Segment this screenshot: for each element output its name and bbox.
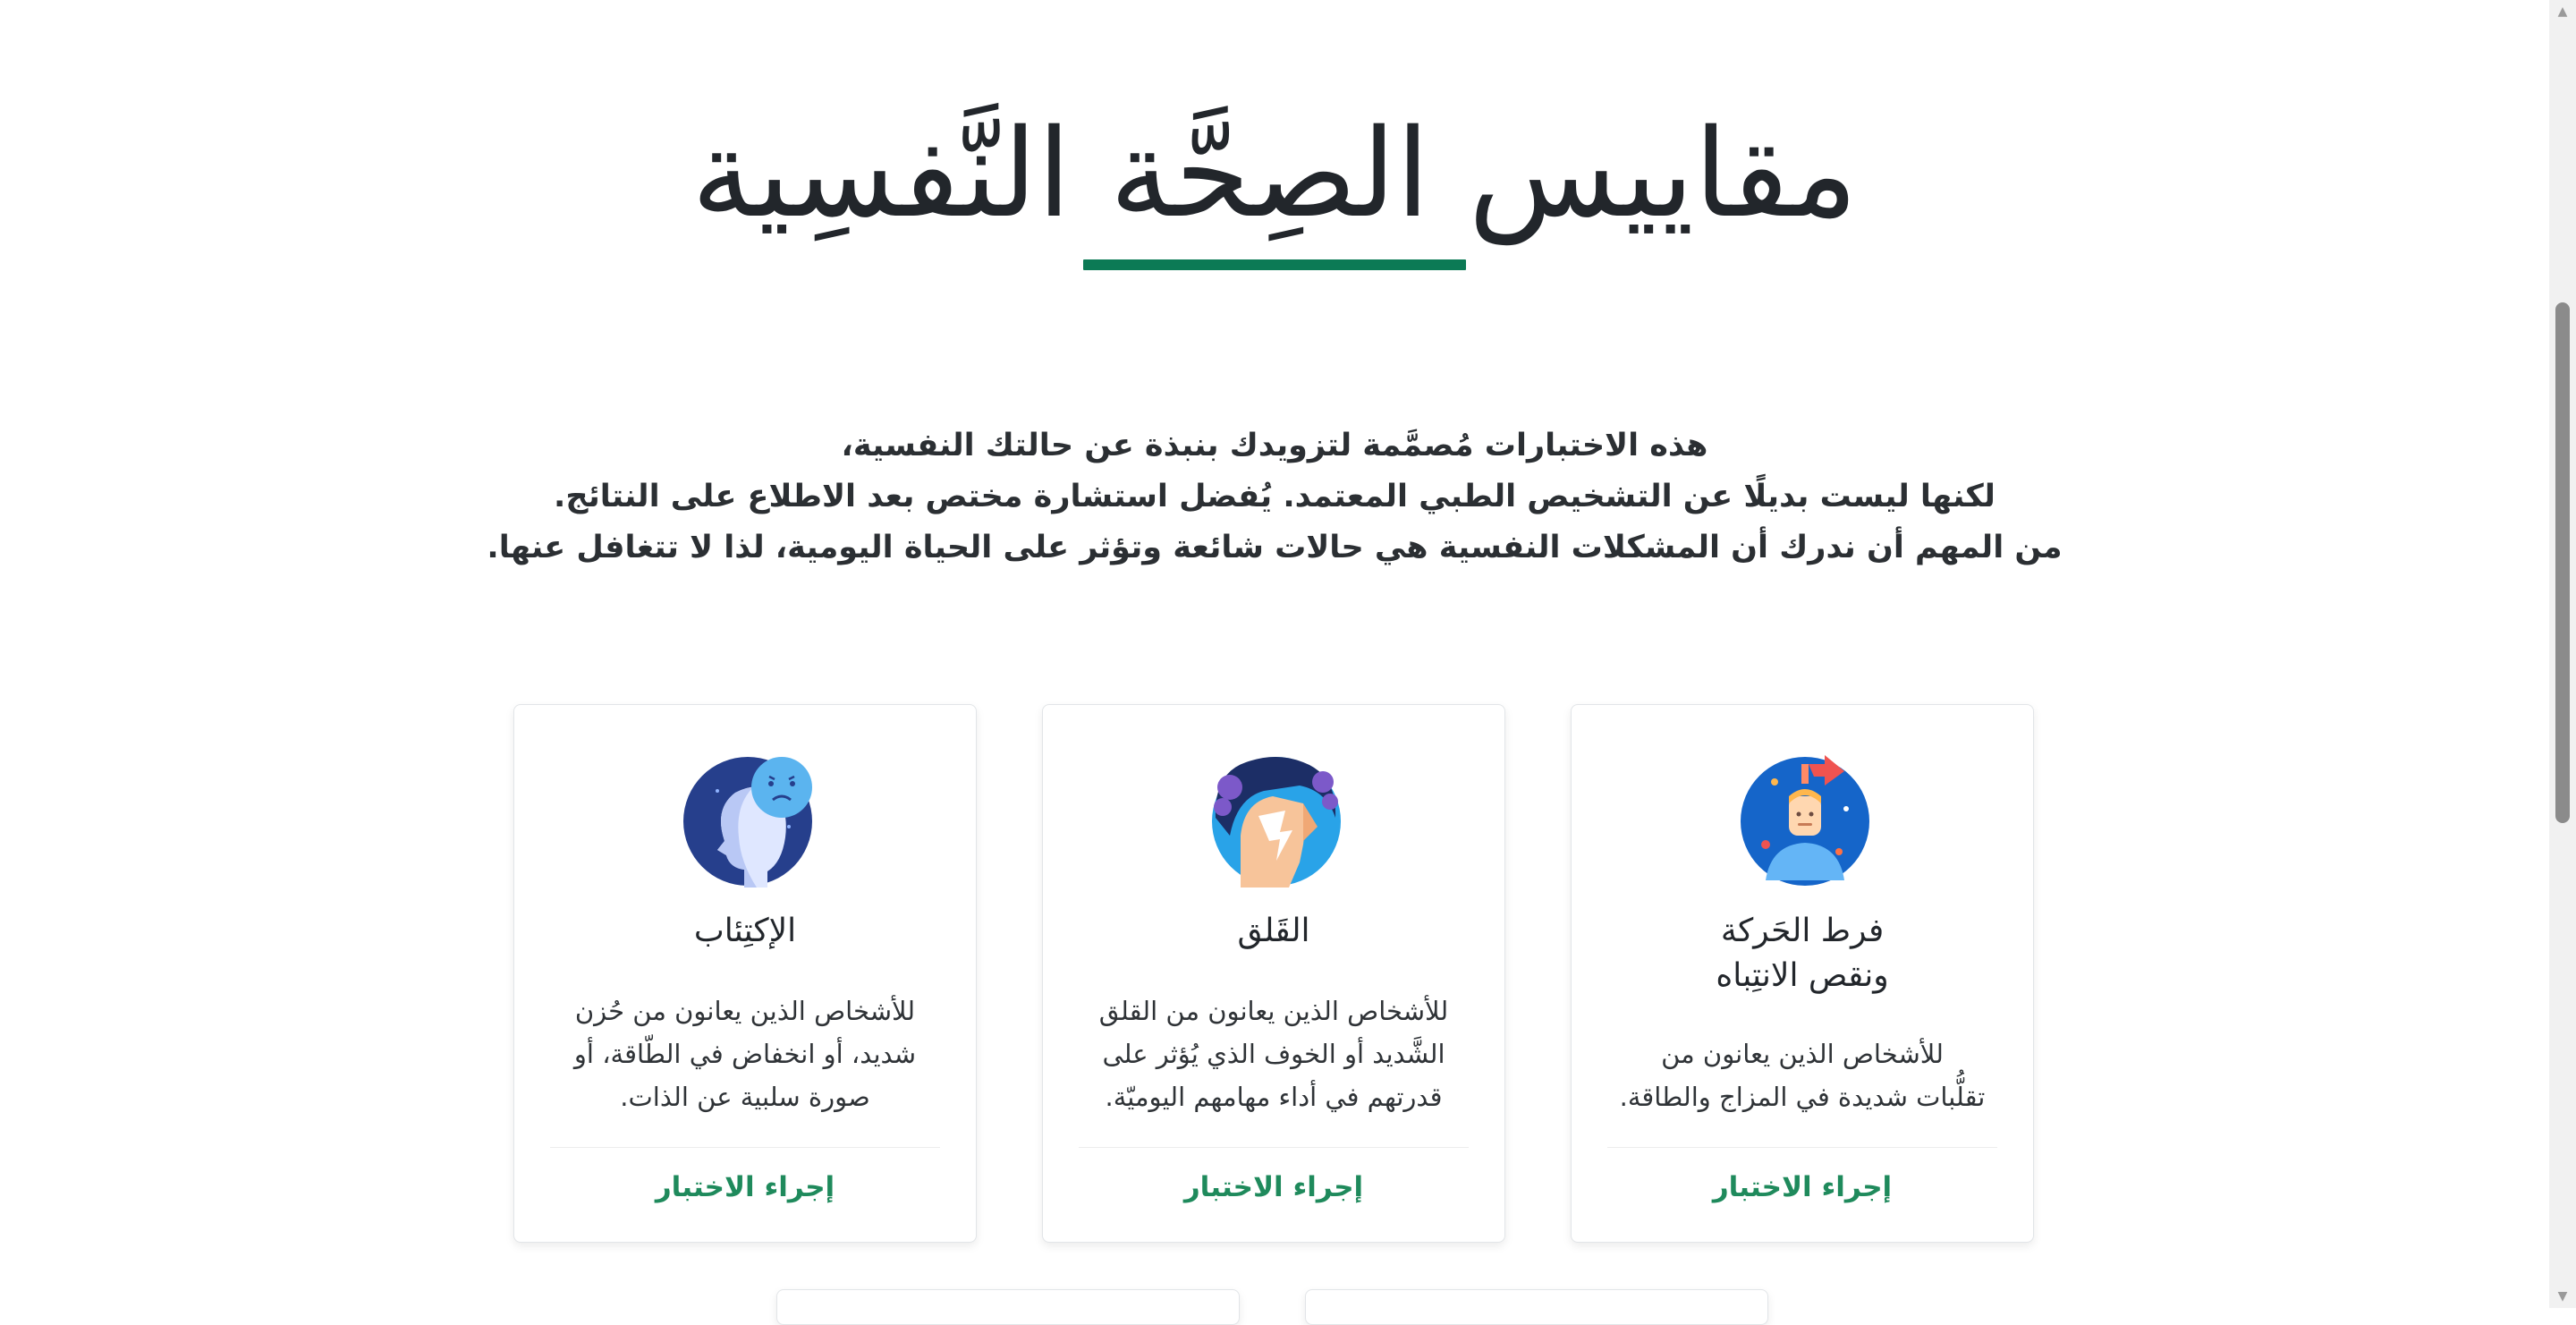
scrollbar-thumb[interactable] <box>2555 302 2570 823</box>
scroll-down-icon[interactable]: ▼ <box>2549 1285 2576 1308</box>
vertical-scrollbar[interactable]: ▲ ▼ <box>2549 0 2576 1308</box>
test-card-adhd: فرط الحَركة ونقص الانتِباه للأشخاص الذين… <box>1571 704 2034 1243</box>
page: مقاييس الصِحَّة النَّفسِية هذه الاختبارا… <box>0 0 2549 1325</box>
card-title: فرط الحَركة ونقص الانتِباه <box>1716 913 1889 994</box>
take-test-link-anxiety[interactable]: إجراء الاختبار <box>1043 1166 1504 1209</box>
intro-line: لكنها ليست بديلًا عن التشخيص الطبي المعت… <box>554 479 1996 514</box>
intro-text: هذه الاختبارات مُصمَّمة لتزويدك بنبذة عن… <box>0 420 2549 573</box>
test-card-partial[interactable] <box>776 1289 1240 1325</box>
take-test-link-depression[interactable]: إجراء الاختبار <box>514 1166 976 1209</box>
test-card-anxiety: القَلق للأشخاص الذين يعانون من القلق الش… <box>1042 704 1505 1243</box>
intro-line: هذه الاختبارات مُصمَّمة لتزويدك بنبذة عن… <box>841 428 1708 463</box>
card-description: للأشخاص الذين يعانون من حُزن شديد، أو ان… <box>573 996 917 1112</box>
test-card-partial[interactable] <box>1305 1289 1768 1325</box>
test-card-depression: الإكتِئاب للأشخاص الذين يعانون من حُزن ش… <box>513 704 977 1243</box>
card-divider <box>550 1147 940 1148</box>
card-divider <box>1079 1147 1469 1148</box>
card-description: للأشخاص الذين يعانون من القلق الشَّديد أ… <box>1098 996 1449 1112</box>
scroll-up-icon[interactable]: ▲ <box>2549 0 2576 23</box>
card-description: للأشخاص الذين يعانون من تقلُّبات شديدة ف… <box>1619 1039 1986 1112</box>
take-test-link-adhd[interactable]: إجراء الاختبار <box>1572 1166 2033 1209</box>
card-divider <box>1607 1147 1997 1148</box>
depression-icon <box>682 755 814 888</box>
anxiety-icon <box>1210 755 1343 888</box>
adhd-icon <box>1739 755 1871 888</box>
card-title: القَلق <box>1237 913 1310 949</box>
card-title: الإكتِئاب <box>693 913 797 949</box>
title-underline <box>1083 259 1466 270</box>
intro-line: من المهم أن ندرك أن المشكلات النفسية هي … <box>487 530 2063 565</box>
page-title: مقاييس الصِحَّة النَّفسِية <box>691 104 1859 245</box>
